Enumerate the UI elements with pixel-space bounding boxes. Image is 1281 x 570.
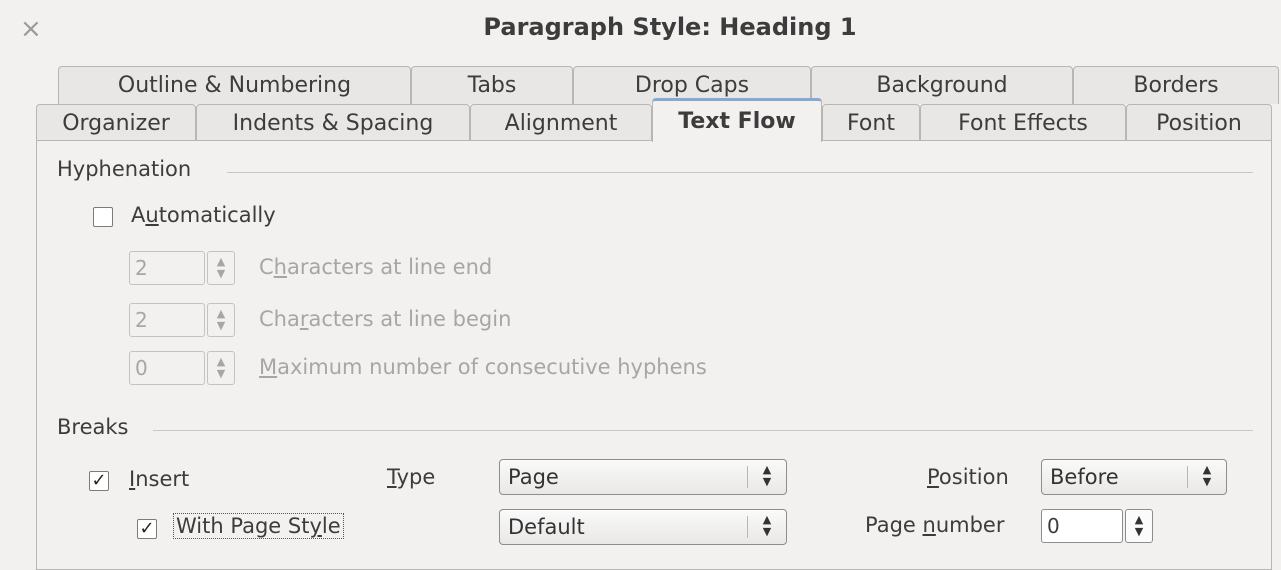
chars-line-begin-label: Characters at line begin	[259, 307, 512, 331]
tab-position[interactable]: Position	[1126, 104, 1272, 142]
automatically-checkbox[interactable]	[93, 207, 113, 227]
automatically-label: Automatically	[131, 203, 276, 227]
text-flow-panel: Hyphenation Automatically 2 ▲ ▼ Character…	[36, 140, 1272, 570]
tab-text-flow[interactable]: Text Flow	[652, 98, 822, 142]
page-number-label: Page number	[865, 513, 1005, 537]
spin-down-icon: ▼	[216, 367, 226, 380]
type-label: Type	[387, 465, 436, 489]
tab-indents-spacing[interactable]: Indents & Spacing	[196, 104, 470, 142]
breaks-separator	[153, 430, 1253, 431]
tab-outline-numbering[interactable]: Outline & Numbering	[58, 66, 411, 104]
with-page-style-checkbox[interactable]: ✓	[137, 519, 157, 539]
spin-down-icon: ▼	[216, 319, 226, 332]
break-type-select[interactable]: Page ▲ ▼	[499, 459, 787, 495]
combo-arrows-icon: ▲ ▼	[762, 513, 772, 538]
chars-line-end-spinner[interactable]: ▲ ▼	[207, 251, 235, 285]
page-number-field[interactable]: 0	[1041, 509, 1123, 543]
tab-background[interactable]: Background	[811, 66, 1073, 104]
insert-label: Insert	[129, 467, 190, 491]
hyphenation-separator	[227, 172, 1253, 173]
chars-line-end-label: Characters at line end	[259, 255, 493, 279]
page-style-select[interactable]: Default ▲ ▼	[499, 509, 787, 545]
insert-checkbox[interactable]: ✓	[89, 471, 109, 491]
max-hyphens-field[interactable]: 0	[129, 351, 205, 385]
tab-organizer[interactable]: Organizer	[36, 104, 196, 142]
combo-arrows-icon: ▲ ▼	[762, 463, 772, 488]
tab-tabs[interactable]: Tabs	[411, 66, 573, 104]
spin-down-icon: ▼	[216, 267, 226, 280]
tab-borders[interactable]: Borders	[1073, 66, 1279, 104]
dialog-title: Paragraph Style: Heading 1	[483, 13, 857, 41]
hyphenation-heading: Hyphenation	[57, 157, 192, 181]
chars-line-begin-field[interactable]: 2	[129, 303, 205, 337]
title-bar: × Paragraph Style: Heading 1	[0, 0, 1281, 62]
chars-line-end-field[interactable]: 2	[129, 251, 205, 285]
tab-alignment[interactable]: Alignment	[470, 104, 652, 142]
spin-down-icon: ▼	[1134, 525, 1144, 538]
chars-line-begin-spinner[interactable]: ▲ ▼	[207, 303, 235, 337]
break-position-select[interactable]: Before ▲ ▼	[1041, 459, 1227, 495]
tab-font-effects[interactable]: Font Effects	[920, 104, 1126, 142]
max-hyphens-label: Maximum number of consecutive hyphens	[259, 355, 707, 379]
position-label: Position	[927, 465, 1009, 489]
with-page-style-label: With Page Style	[173, 513, 344, 539]
tab-font[interactable]: Font	[822, 104, 920, 142]
combo-arrows-icon: ▲ ▼	[1202, 463, 1212, 488]
max-hyphens-spinner[interactable]: ▲ ▼	[207, 351, 235, 385]
page-number-spinner[interactable]: ▲ ▼	[1125, 509, 1153, 543]
breaks-heading: Breaks	[57, 415, 129, 439]
